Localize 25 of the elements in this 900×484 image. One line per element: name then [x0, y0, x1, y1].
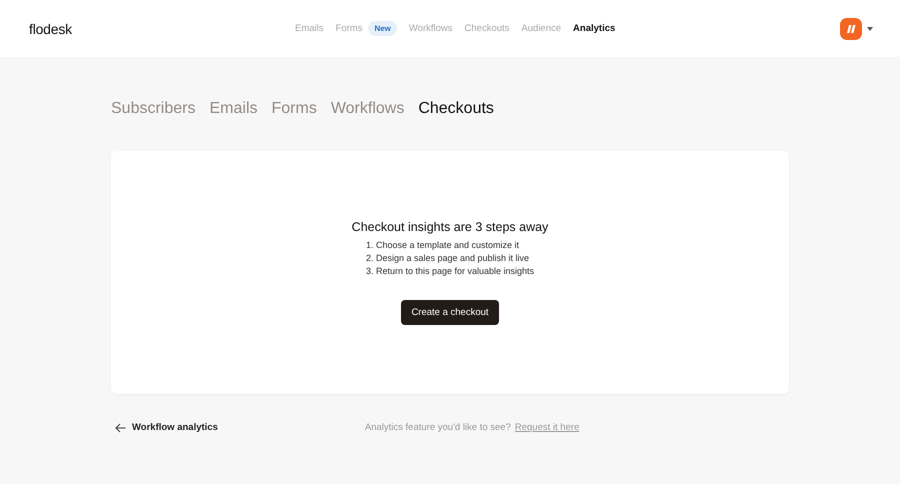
request-link[interactable]: Request it here: [514, 422, 580, 433]
request-prompt: Analytics feature you'd like to see?: [364, 422, 511, 433]
nav-link[interactable]: Audience: [521, 23, 562, 34]
section-tab[interactable]: Workflows: [330, 100, 404, 118]
nav-link[interactable]: Emails: [295, 23, 324, 34]
arrow-left-icon: [115, 422, 126, 432]
nav-link[interactable]: Checkouts: [464, 23, 510, 34]
nav-link[interactable]: Forms: [336, 23, 362, 34]
new-badge: New: [368, 21, 397, 36]
create-checkout-button[interactable]: Create a checkout: [401, 300, 499, 325]
section-tab[interactable]: Emails: [209, 100, 258, 118]
step-text: 2. Design a sales page and publish it live: [366, 252, 530, 264]
back-link[interactable]: Workflow analytics: [115, 422, 218, 433]
section-tab[interactable]: Forms: [272, 100, 317, 118]
account-avatar-icon[interactable]: [840, 18, 862, 40]
nav-link[interactable]: Workflows: [408, 23, 453, 34]
step-text: 1. Choose a template and customize it: [366, 239, 520, 251]
empty-state-title: Checkout insights are 3 steps away: [352, 220, 548, 234]
back-link-label[interactable]: Workflow analytics: [132, 422, 218, 433]
nav-link[interactable]: Analytics: [573, 23, 616, 34]
step-text: 3. Return to this page for valuable insights: [366, 265, 534, 277]
caret-icon[interactable]: [867, 26, 873, 30]
brand-logo[interactable]: flodesk: [29, 20, 72, 36]
section-tab[interactable]: Checkouts: [418, 100, 494, 118]
section-tab[interactable]: Subscribers: [111, 100, 196, 118]
